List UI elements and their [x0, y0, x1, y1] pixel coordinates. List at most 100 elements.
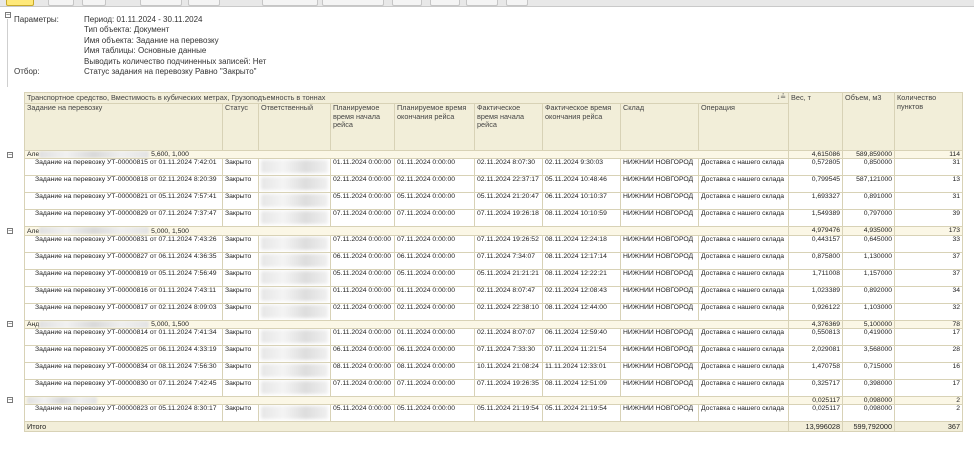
col-points[interactable]: Количество пунктов: [894, 92, 964, 151]
warehouse-cell: НИЖНИЙ НОВГОРОД: [620, 285, 699, 304]
table-row[interactable]: Задание на перевозку УТ-00000830 от 07.1…: [24, 378, 964, 397]
col-plan-start[interactable]: Планируемое время начала рейса: [330, 103, 395, 151]
redacted-text: [261, 406, 328, 420]
task-cell[interactable]: Задание на перевозку УТ-00000831 от 07.1…: [24, 234, 223, 253]
group-name-suffix: 5,600, 1,000: [151, 151, 189, 159]
task-cell[interactable]: Задание на перевозку УТ-00000827 от 06.1…: [24, 251, 223, 270]
table-row[interactable]: Задание на перевозку УТ-00000814 от 01.1…: [24, 327, 964, 346]
status-cell: Закрыто: [222, 209, 259, 228]
task-cell[interactable]: Задание на перевозку УТ-00000818 от 02.1…: [24, 175, 223, 194]
table-row[interactable]: Задание на перевозку УТ-00000816 от 01.1…: [24, 285, 964, 304]
col-volume[interactable]: Объем, м3: [842, 92, 896, 151]
table-row[interactable]: Задание на перевозку УТ-00000818 от 02.1…: [24, 175, 964, 194]
table-row[interactable]: Задание на перевозку УТ-00000831 от 07.1…: [24, 234, 964, 253]
table-row[interactable]: Задание на перевозку УТ-00000823 от 05.1…: [24, 404, 964, 423]
group-row[interactable]: Анд 5,000, 1,500 4,376369 5,100000 78: [23, 319, 964, 329]
group-row[interactable]: Але 5,000, 1,500 4,979476 4,935000 173: [23, 226, 964, 236]
task-cell[interactable]: Задание на перевозку УТ-00000823 от 05.1…: [24, 404, 223, 423]
group-header-row: Транспортное средство, Вместимость в куб…: [23, 92, 964, 151]
task-cell[interactable]: Задание на перевозку УТ-00000815 от 01.1…: [24, 158, 223, 177]
plan-start-cell: 01.11.2024 0:00:00: [330, 285, 395, 304]
toolbar-button[interactable]: [392, 0, 422, 6]
toolbar-button[interactable]: [466, 0, 498, 6]
operation-cell: Доставка с нашего склада: [697, 158, 790, 177]
fact-end-cell: 08.11.2024 12:44:00: [542, 302, 621, 321]
plan-end-cell: 08.11.2024 0:00:00: [394, 361, 475, 380]
table-row[interactable]: Задание на перевозку УТ-00000834 от 08.1…: [24, 361, 964, 380]
task-cell[interactable]: Задание на перевозку УТ-00000830 от 07.1…: [24, 378, 223, 397]
group-row[interactable]: Але 5,600, 1,000 4,615086 589,859000 114: [23, 149, 964, 160]
table-row[interactable]: Задание на перевозку УТ-00000821 от 05.1…: [24, 192, 964, 211]
group-name-suffix: 5,000, 1,500: [151, 320, 189, 328]
col-operation[interactable]: Операция: [697, 103, 790, 151]
toolbar-button[interactable]: [262, 0, 318, 6]
plan-start-cell: 05.11.2024 0:00:00: [330, 192, 395, 211]
task-cell[interactable]: Задание на перевозку УТ-00000825 от 06.1…: [24, 344, 223, 363]
toolbar-button[interactable]: [48, 0, 74, 6]
weight-cell: 0,550813: [788, 327, 844, 346]
operation-cell: Доставка с нашего склада: [697, 327, 790, 346]
toolbar-button[interactable]: [140, 0, 182, 6]
object-type-text: Тип объекта: Документ: [84, 25, 170, 35]
sort-icon[interactable]: ↓≟: [777, 94, 786, 103]
collapse-group-icon[interactable]: −: [7, 151, 13, 159]
points-cell: 34: [894, 285, 964, 304]
group-volume: 5,100000: [842, 319, 896, 329]
status-cell: Закрыто: [222, 327, 259, 346]
plan-end-cell: 01.11.2024 0:00:00: [394, 285, 475, 304]
table-row[interactable]: Задание на перевозку УТ-00000815 от 01.1…: [24, 158, 964, 177]
col-warehouse[interactable]: Склад: [620, 103, 699, 151]
status-cell: Закрыто: [222, 302, 259, 321]
toolbar-button[interactable]: [322, 0, 384, 6]
toolbar-button[interactable]: [506, 0, 528, 6]
weight-cell: 0,926122: [788, 302, 844, 321]
col-plan-end[interactable]: Планируемое время окончания рейса: [394, 103, 475, 151]
task-cell[interactable]: Задание на перевозку УТ-00000834 от 08.1…: [24, 361, 223, 380]
weight-cell: 0,799545: [788, 175, 844, 194]
collapse-params-icon[interactable]: −: [5, 12, 11, 19]
warehouse-cell: НИЖНИЙ НОВГОРОД: [620, 251, 699, 270]
collapse-group-icon[interactable]: −: [7, 397, 13, 404]
group-row[interactable]: 0,025117 0,098000 2: [23, 395, 964, 406]
table-row[interactable]: Задание на перевозку УТ-00000817 от 02.1…: [24, 302, 964, 321]
table-row[interactable]: Задание на перевозку УТ-00000819 от 05.1…: [24, 268, 964, 287]
col-responsible[interactable]: Ответственный: [258, 103, 331, 151]
redacted-text: [261, 194, 328, 208]
col-fact-start[interactable]: Фактическое время начала рейса: [474, 103, 543, 151]
fact-start-cell: 05.11.2024 21:21:21: [474, 268, 543, 287]
fact-start-cell: 07.11.2024 7:33:30: [474, 344, 543, 363]
toolbar-button[interactable]: [188, 0, 220, 6]
task-cell[interactable]: Задание на перевозку УТ-00000829 от 07.1…: [24, 209, 223, 228]
task-cell[interactable]: Задание на перевозку УТ-00000816 от 01.1…: [24, 285, 223, 304]
col-task[interactable]: Задание на перевозку: [24, 103, 223, 151]
toolbar-button[interactable]: [82, 0, 106, 6]
fact-start-cell: 05.11.2024 21:19:54: [474, 404, 543, 423]
table-row[interactable]: Задание на перевозку УТ-00000825 от 06.1…: [24, 344, 964, 363]
col-weight[interactable]: Вес, т: [788, 92, 844, 151]
responsible-cell: [258, 404, 331, 423]
redacted-text: [261, 304, 328, 318]
operation-cell: Доставка с нашего склада: [697, 175, 790, 194]
group-weight: 4,615086: [788, 149, 844, 160]
points-cell: 39: [894, 209, 964, 228]
volume-cell: 1,103000: [842, 302, 896, 321]
col-status[interactable]: Статус: [222, 103, 259, 151]
table-row[interactable]: Задание на перевозку УТ-00000827 от 06.1…: [24, 251, 964, 270]
toolbar-button[interactable]: [430, 0, 460, 6]
task-cell[interactable]: Задание на перевозку УТ-00000814 от 01.1…: [24, 327, 223, 346]
volume-cell: 1,157000: [842, 268, 896, 287]
warehouse-cell: НИЖНИЙ НОВГОРОД: [620, 192, 699, 211]
collapse-group-icon[interactable]: −: [7, 227, 13, 235]
points-cell: 16: [894, 361, 964, 380]
task-cell[interactable]: Задание на перевозку УТ-00000817 от 02.1…: [24, 302, 223, 321]
toolbar-button-generate[interactable]: [6, 0, 34, 6]
group-volume: 0,098000: [842, 395, 896, 406]
col-fact-end[interactable]: Фактическое время окончания рейса: [542, 103, 621, 151]
status-cell: Закрыто: [222, 344, 259, 363]
redacted-text: [261, 287, 328, 301]
fact-end-cell: 08.11.2024 12:17:14: [542, 251, 621, 270]
collapse-group-icon[interactable]: −: [7, 321, 13, 328]
task-cell[interactable]: Задание на перевозку УТ-00000819 от 05.1…: [24, 268, 223, 287]
table-row[interactable]: Задание на перевозку УТ-00000829 от 07.1…: [24, 209, 964, 228]
task-cell[interactable]: Задание на перевозку УТ-00000821 от 05.1…: [24, 192, 223, 211]
